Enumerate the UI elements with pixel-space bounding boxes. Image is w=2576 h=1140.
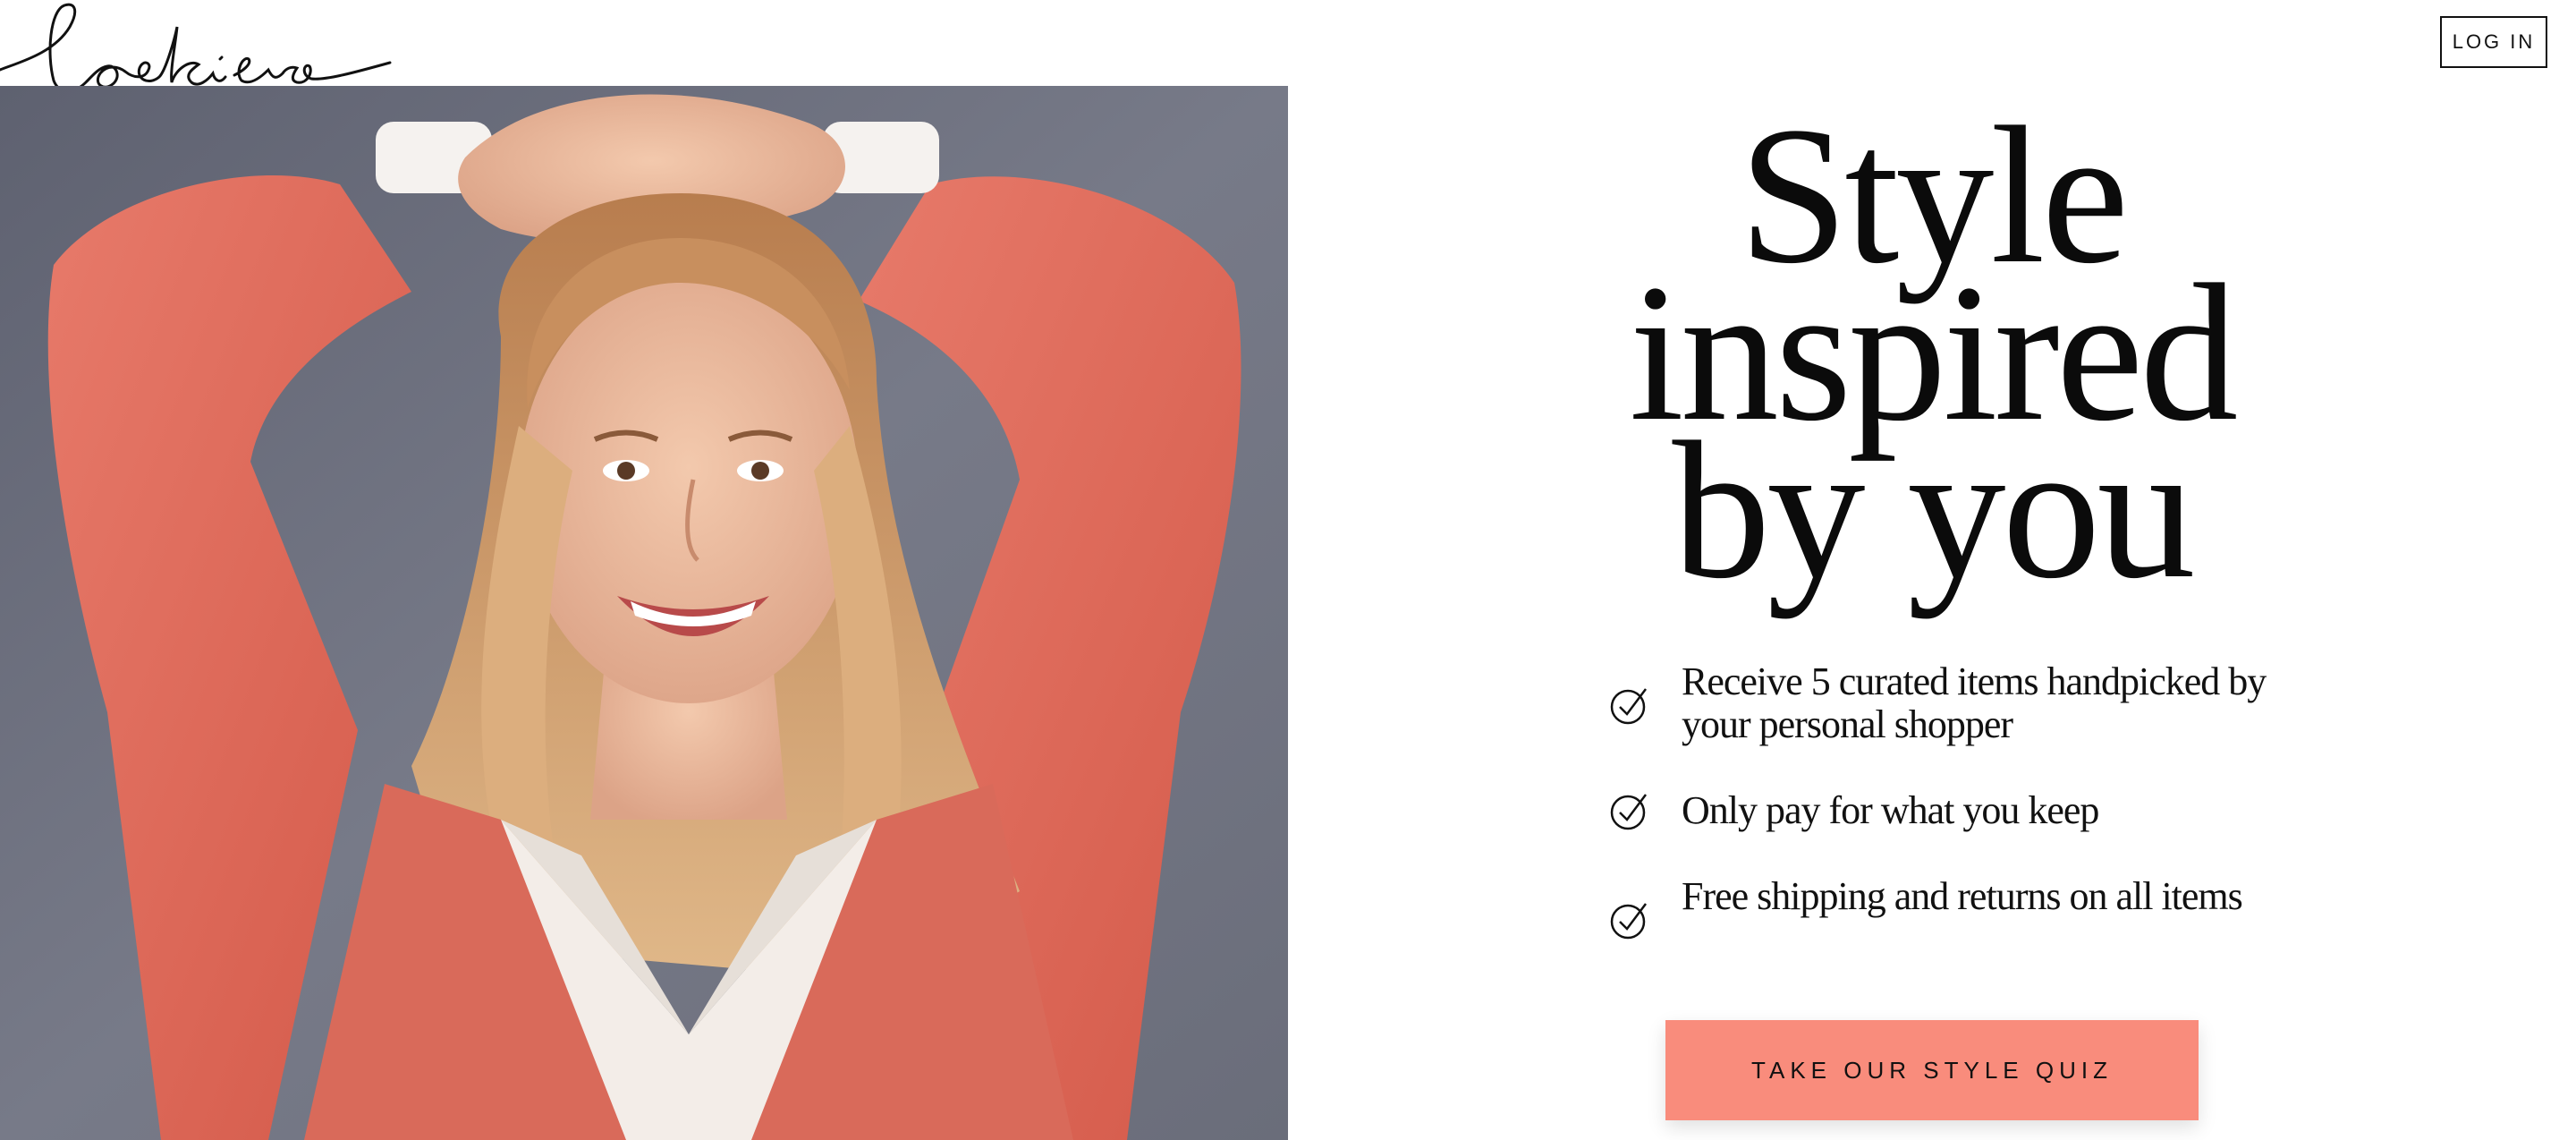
check-circle-icon [1610, 688, 1647, 725]
benefit-text: Only pay for what you keep [1682, 788, 2099, 832]
style-quiz-button[interactable]: TAKE OUR STYLE QUIZ [1665, 1020, 2199, 1120]
benefit-text: Free shipping and returns on all items [1682, 874, 2243, 918]
headline-line-3: by you [1672, 401, 2196, 619]
check-circle-icon [1610, 903, 1647, 940]
landing-page: LOG IN Style inspired by you Receive 5 c… [0, 0, 2576, 1140]
benefit-item: Only pay for what you keep [1610, 789, 2290, 832]
benefits-list: Receive 5 curated items handpicked by yo… [1610, 660, 2290, 940]
benefit-item: Receive 5 curated items handpicked by yo… [1610, 660, 2290, 746]
benefit-item: Free shipping and returns on all items [1610, 874, 2290, 940]
benefit-text: Receive 5 curated items handpicked by yo… [1682, 659, 2267, 746]
hero-illustration [0, 86, 1288, 1140]
hero-photo [0, 86, 1288, 1140]
login-button[interactable]: LOG IN [2440, 16, 2547, 68]
hero-headline: Style inspired by you [1449, 97, 2415, 619]
check-circle-icon [1610, 794, 1647, 830]
